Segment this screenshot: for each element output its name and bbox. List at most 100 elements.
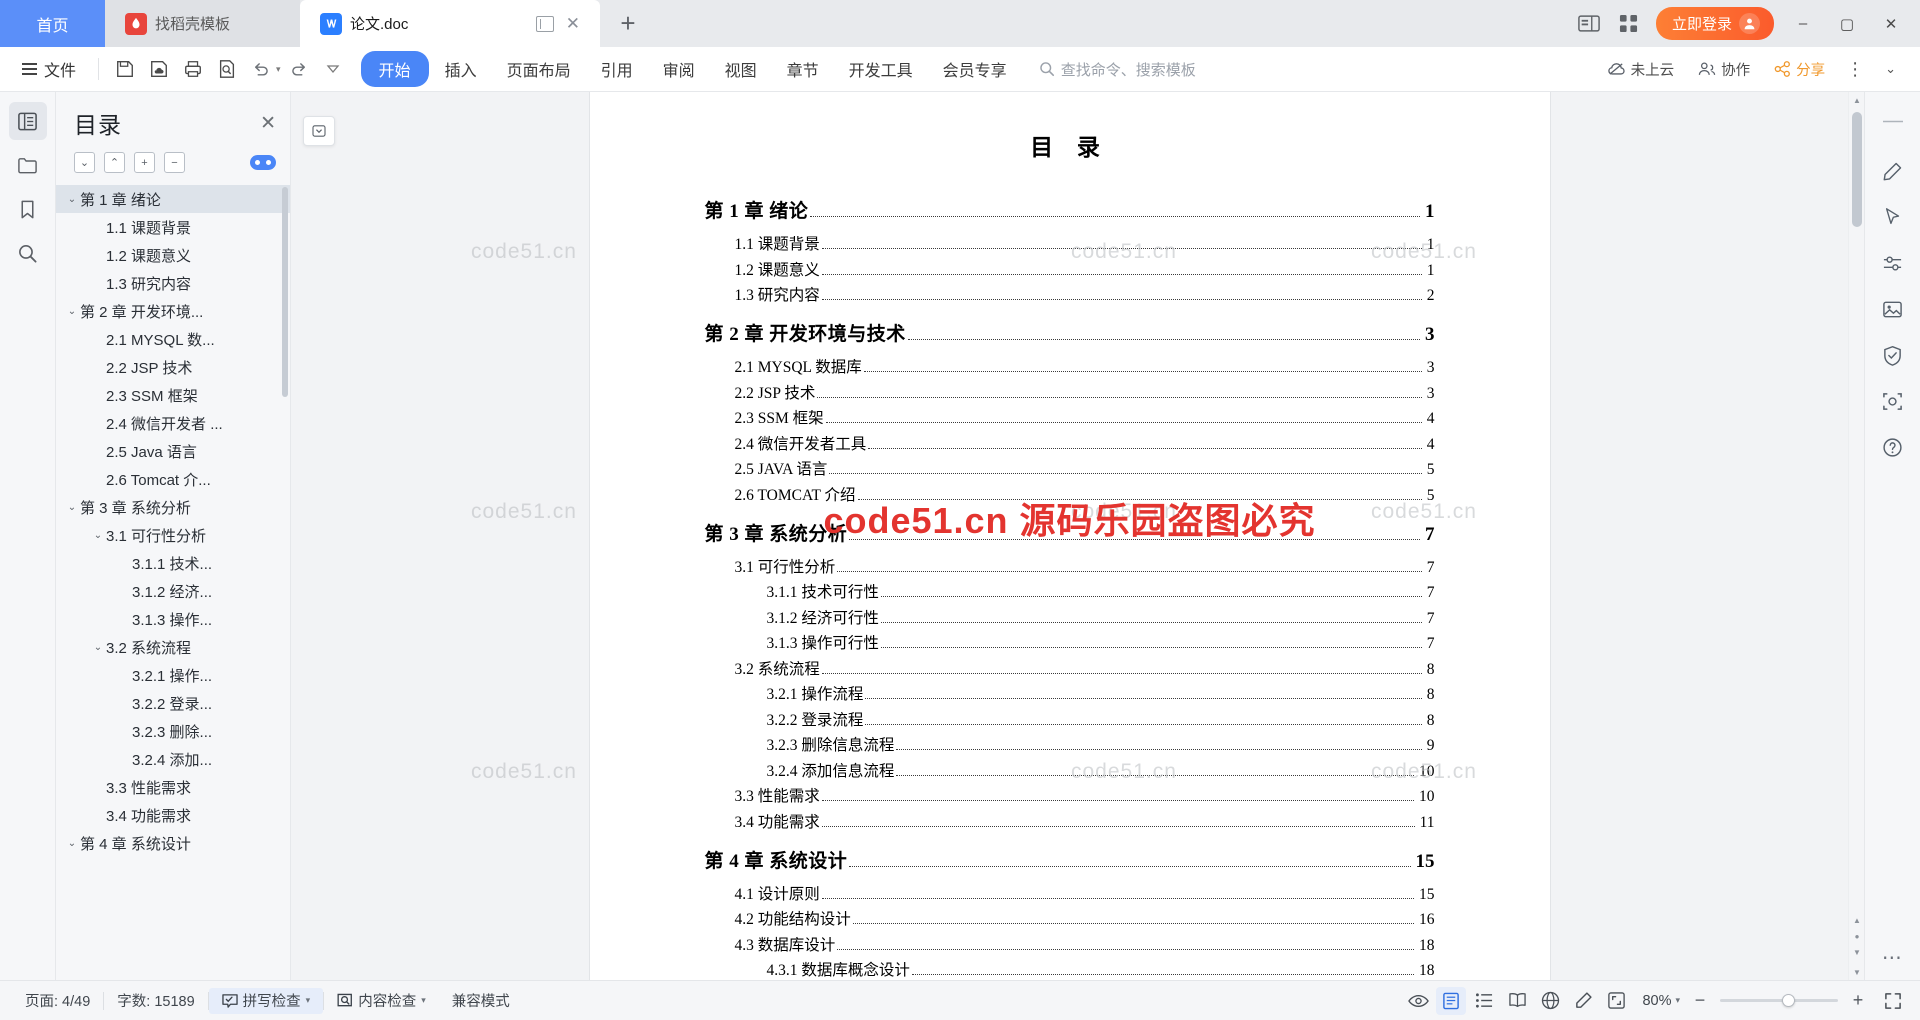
undo-dropdown-icon[interactable]: ▾ [276, 64, 281, 75]
new-tab-button[interactable]: + [600, 0, 656, 47]
toc-entry[interactable]: 3.2.2 登录流程 8 [767, 708, 1435, 730]
sidebar-item-bookmark[interactable] [9, 190, 47, 228]
collapse-all-icon[interactable]: − [164, 152, 185, 173]
scroll-down-icon[interactable]: ▼ [1849, 964, 1865, 980]
print-icon[interactable] [177, 54, 209, 84]
cloud-status-button[interactable]: 未上云 [1598, 54, 1684, 85]
collapse-down-icon[interactable]: ⌄ [74, 152, 95, 173]
zoom-slider[interactable] [1720, 994, 1838, 1007]
maximize-button[interactable]: ▢ [1832, 9, 1862, 39]
tab-section[interactable]: 章节 [773, 51, 833, 87]
toc-entry[interactable]: 4.3 数据库设计 18 [735, 933, 1435, 955]
toc-entry[interactable]: 第 1 章 绪论 1 [705, 196, 1435, 223]
toc-entry[interactable]: 3.1 可行性分析 7 [735, 555, 1435, 577]
select-browse-icon[interactable]: ● [1851, 930, 1863, 942]
zoom-level[interactable]: 80% ▾ [1642, 993, 1680, 1009]
ink-icon[interactable] [1568, 987, 1598, 1015]
tab-page-layout[interactable]: 页面布局 [493, 51, 585, 87]
toc-entry[interactable]: 1.2 课题意义 1 [735, 258, 1435, 280]
document-viewport[interactable]: 目 录 第 1 章 绪论 1 1.1 课题背景 1 1.2 课题意义 1 1.3 研究内容 2… [291, 92, 1848, 980]
pen-edit-icon[interactable] [1875, 154, 1911, 188]
split-view-icon[interactable] [1576, 13, 1602, 35]
toc-sidebar-item[interactable]: 3.1.1 技术... [56, 549, 290, 577]
toc-sidebar-item[interactable]: ⌄ 3.1 可行性分析 [56, 521, 290, 549]
sidebar-item-folder[interactable] [9, 146, 47, 184]
save-cloud-icon[interactable] [143, 54, 175, 84]
toc-entry[interactable]: 2.6 TOMCAT 介绍 5 [735, 483, 1435, 505]
web-view-icon[interactable] [1535, 987, 1565, 1015]
toc-sidebar-item[interactable]: ⌄ 第 3 章 系统分析 [56, 493, 290, 521]
toc-entry[interactable]: 2.2 JSP 技术 3 [735, 381, 1435, 403]
toc-entry[interactable]: 3.1.1 技术可行性 7 [767, 580, 1435, 602]
toc-sidebar-item[interactable]: 2.1 MYSQL 数... [56, 325, 290, 353]
page-view-icon[interactable] [1436, 986, 1467, 1015]
toc-sidebar-item[interactable]: 2.5 Java 语言 [56, 437, 290, 465]
tab-start[interactable]: 开始 [360, 51, 429, 87]
toc-entry[interactable]: 1.1 课题背景 1 [735, 232, 1435, 254]
toc-entry[interactable]: 4.3.1 数据库概念设计 18 [767, 958, 1435, 980]
level-toggle-pill[interactable] [250, 155, 276, 170]
chevron-down-icon[interactable]: ⌄ [90, 530, 106, 541]
close-window-button[interactable]: ✕ [1876, 9, 1906, 39]
chevron-down-icon[interactable]: ⌄ [64, 502, 80, 513]
toc-entry[interactable]: 第 4 章 系统设计 15 [705, 846, 1435, 873]
toc-sidebar-item[interactable]: 3.2.3 删除... [56, 717, 290, 745]
help-icon[interactable] [1875, 430, 1911, 464]
toc-sidebar-item[interactable]: 3.1.2 经济... [56, 577, 290, 605]
scroll-up-icon[interactable]: ▲ [1849, 92, 1865, 108]
tab-developer-tools[interactable]: 开发工具 [835, 51, 927, 87]
toc-sidebar-item[interactable]: ⌄ 第 4 章 系统设计 [56, 829, 290, 857]
toc-scrollbar[interactable] [282, 187, 288, 397]
toc-entry[interactable]: 3.3 性能需求 10 [735, 784, 1435, 806]
chevron-down-icon[interactable]: ▾ [306, 995, 311, 1006]
document-scrollbar[interactable]: ▲ ▲ ● ▼ ▼ [1848, 92, 1864, 980]
tab-home[interactable]: 首页 [0, 0, 105, 47]
customize-toolbar-icon[interactable] [317, 54, 349, 84]
spell-check-button[interactable]: 拼写检查 ▾ [208, 987, 324, 1014]
toc-entry[interactable]: 3.2.4 添加信息流程 10 [767, 759, 1435, 781]
close-tab-icon[interactable]: ✕ [566, 14, 580, 34]
toc-sidebar-item[interactable]: 1.2 课题意义 [56, 241, 290, 269]
right-rail-more-icon[interactable]: ⋯ [1882, 945, 1904, 970]
tab-view[interactable]: 视图 [711, 51, 771, 87]
zoom-slider-thumb[interactable] [1782, 994, 1795, 1007]
next-page-icon[interactable]: ▼ [1851, 946, 1863, 958]
toc-entry[interactable]: 3.2.3 删除信息流程 9 [767, 733, 1435, 755]
toc-sidebar-item[interactable]: 2.3 SSM 框架 [56, 381, 290, 409]
toc-sidebar-item[interactable]: 2.6 Tomcat 介... [56, 465, 290, 493]
tab-insert[interactable]: 插入 [431, 51, 491, 87]
toc-sidebar-item[interactable]: ⌄ 第 2 章 开发环境... [56, 297, 290, 325]
tab-review[interactable]: 审阅 [649, 51, 709, 87]
content-check-button[interactable]: 内容检查 ▾ [324, 988, 439, 1014]
toc-sidebar-item[interactable]: 3.2.1 操作... [56, 661, 290, 689]
toc-entry[interactable]: 3.2 系统流程 8 [735, 657, 1435, 679]
chevron-down-icon[interactable]: ⌄ [64, 306, 80, 317]
shield-icon[interactable] [1875, 338, 1911, 372]
more-options-icon[interactable]: ⋮ [1840, 59, 1871, 80]
chevron-down-icon[interactable]: ⌄ [90, 642, 106, 653]
toc-sidebar-item[interactable]: 3.2.4 添加... [56, 745, 290, 773]
split-window-icon[interactable] [535, 15, 554, 32]
login-button[interactable]: 立即登录 [1655, 7, 1774, 40]
outline-view-icon[interactable] [1469, 987, 1499, 1015]
chevron-down-icon[interactable]: ⌄ [64, 838, 80, 849]
tab-docer-template[interactable]: 找稻壳模板 [105, 0, 300, 47]
search-input[interactable]: 查找命令、搜索模板 [1039, 59, 1196, 80]
toc-entry[interactable]: 2.3 SSM 框架 4 [735, 406, 1435, 428]
chevron-down-icon[interactable]: ▾ [421, 995, 426, 1006]
toc-sidebar-item[interactable]: 3.2.2 登录... [56, 689, 290, 717]
cursor-select-icon[interactable] [1875, 200, 1911, 234]
toc-entry[interactable]: 4.2 功能结构设计 16 [735, 907, 1435, 929]
fit-page-icon[interactable] [1601, 987, 1631, 1015]
tab-member-exclusive[interactable]: 会员专享 [929, 51, 1021, 87]
toc-sidebar-item[interactable]: ⌄ 第 1 章 绪论 [56, 185, 290, 213]
toc-sidebar-item[interactable]: 1.3 研究内容 [56, 269, 290, 297]
picture-tool-icon[interactable] [1875, 292, 1911, 326]
minimize-button[interactable]: – [1788, 9, 1818, 39]
file-menu-button[interactable]: 文件 [10, 52, 88, 86]
toc-entry[interactable]: 3.1.2 经济可行性 7 [767, 606, 1435, 628]
save-icon[interactable] [109, 54, 141, 84]
fullscreen-icon[interactable] [1878, 987, 1908, 1015]
page-options-button[interactable] [303, 116, 335, 146]
toc-sidebar-item[interactable]: 1.1 课题背景 [56, 213, 290, 241]
